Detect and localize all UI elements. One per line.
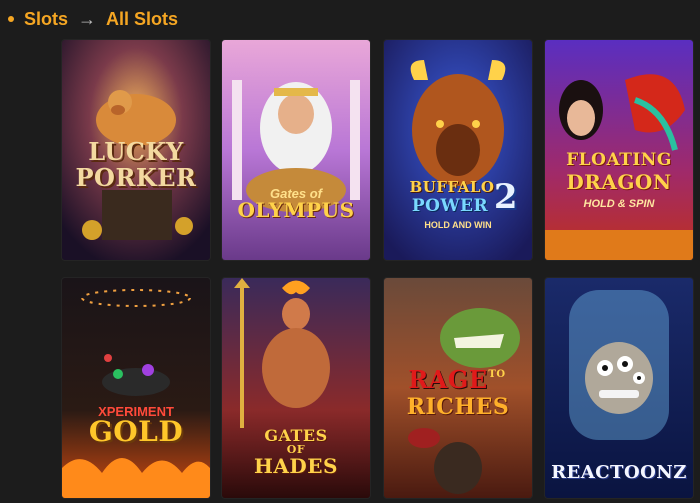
game-tile-gates-of-olympus[interactable]: Gates of OLYMPUS bbox=[222, 40, 370, 260]
breadcrumb-slots-link[interactable]: Slots bbox=[24, 9, 68, 30]
buffalo-power-badge: 2 bbox=[493, 177, 519, 217]
gates-of-hades-title-line3: HADES bbox=[254, 454, 338, 478]
arrow-right-icon: → bbox=[78, 8, 97, 29]
game-tile-gates-of-hades[interactable]: GATES OF HADES bbox=[222, 278, 370, 498]
floating-dragon-title-line2: DRAGON bbox=[566, 170, 672, 194]
floating-dragon-title-line1: FLOATING bbox=[566, 150, 672, 170]
xperiment-gold-title-line2: GOLD bbox=[88, 415, 184, 448]
game-tile-floating-dragon[interactable]: FLOATING DRAGON HOLD & SPIN bbox=[545, 40, 693, 260]
reactoonz-title: REACTOONZ bbox=[551, 462, 687, 483]
game-tile-buffalo-power-2[interactable]: BUFFALO POWER 2 HOLD AND WIN bbox=[384, 40, 532, 260]
gates-of-hades-title-line1: GATES bbox=[264, 426, 328, 445]
breadcrumb-all-slots-link[interactable]: All Slots bbox=[106, 9, 178, 30]
game-tile-xperiment-gold[interactable]: XPERIMENT GOLD bbox=[62, 278, 210, 498]
buffalo-power-subtitle: HOLD AND WIN bbox=[424, 220, 492, 230]
rage-to-riches-title-line2: RICHES bbox=[406, 394, 510, 420]
lucky-porker-title-line1: LUCKY bbox=[88, 137, 184, 166]
xperiment-gold-artwork bbox=[62, 278, 210, 498]
breadcrumb: Slots → All Slots bbox=[8, 6, 178, 32]
rage-to-riches-title-small: TO bbox=[488, 369, 506, 380]
game-tile-rage-to-riches[interactable]: RAGE TO RICHES bbox=[384, 278, 532, 498]
gates-of-olympus-title-line2: OLYMPUS bbox=[237, 198, 355, 222]
game-tile-reactoonz[interactable]: REACTOONZ bbox=[545, 278, 693, 498]
lucky-porker-title-line2: PORKER bbox=[75, 163, 197, 192]
game-tile-lucky-porker[interactable]: LUCKY PORKER bbox=[62, 40, 210, 260]
floating-dragon-subtitle: HOLD & SPIN bbox=[583, 198, 655, 210]
gates-of-olympus-artwork bbox=[222, 40, 370, 260]
bullet-dot-icon bbox=[8, 16, 14, 22]
